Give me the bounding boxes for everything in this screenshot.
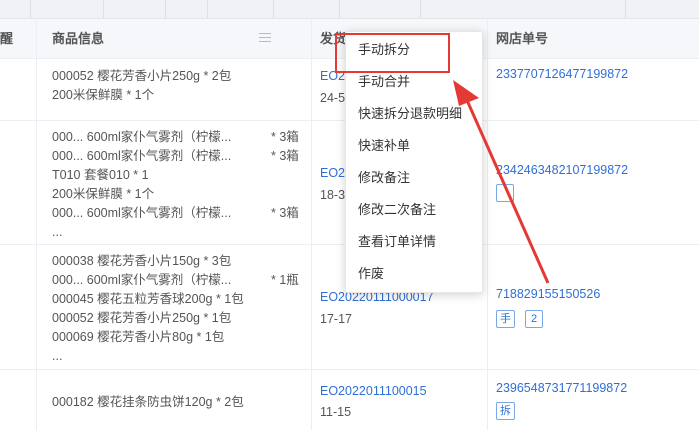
annotation-arrow	[453, 80, 550, 284]
